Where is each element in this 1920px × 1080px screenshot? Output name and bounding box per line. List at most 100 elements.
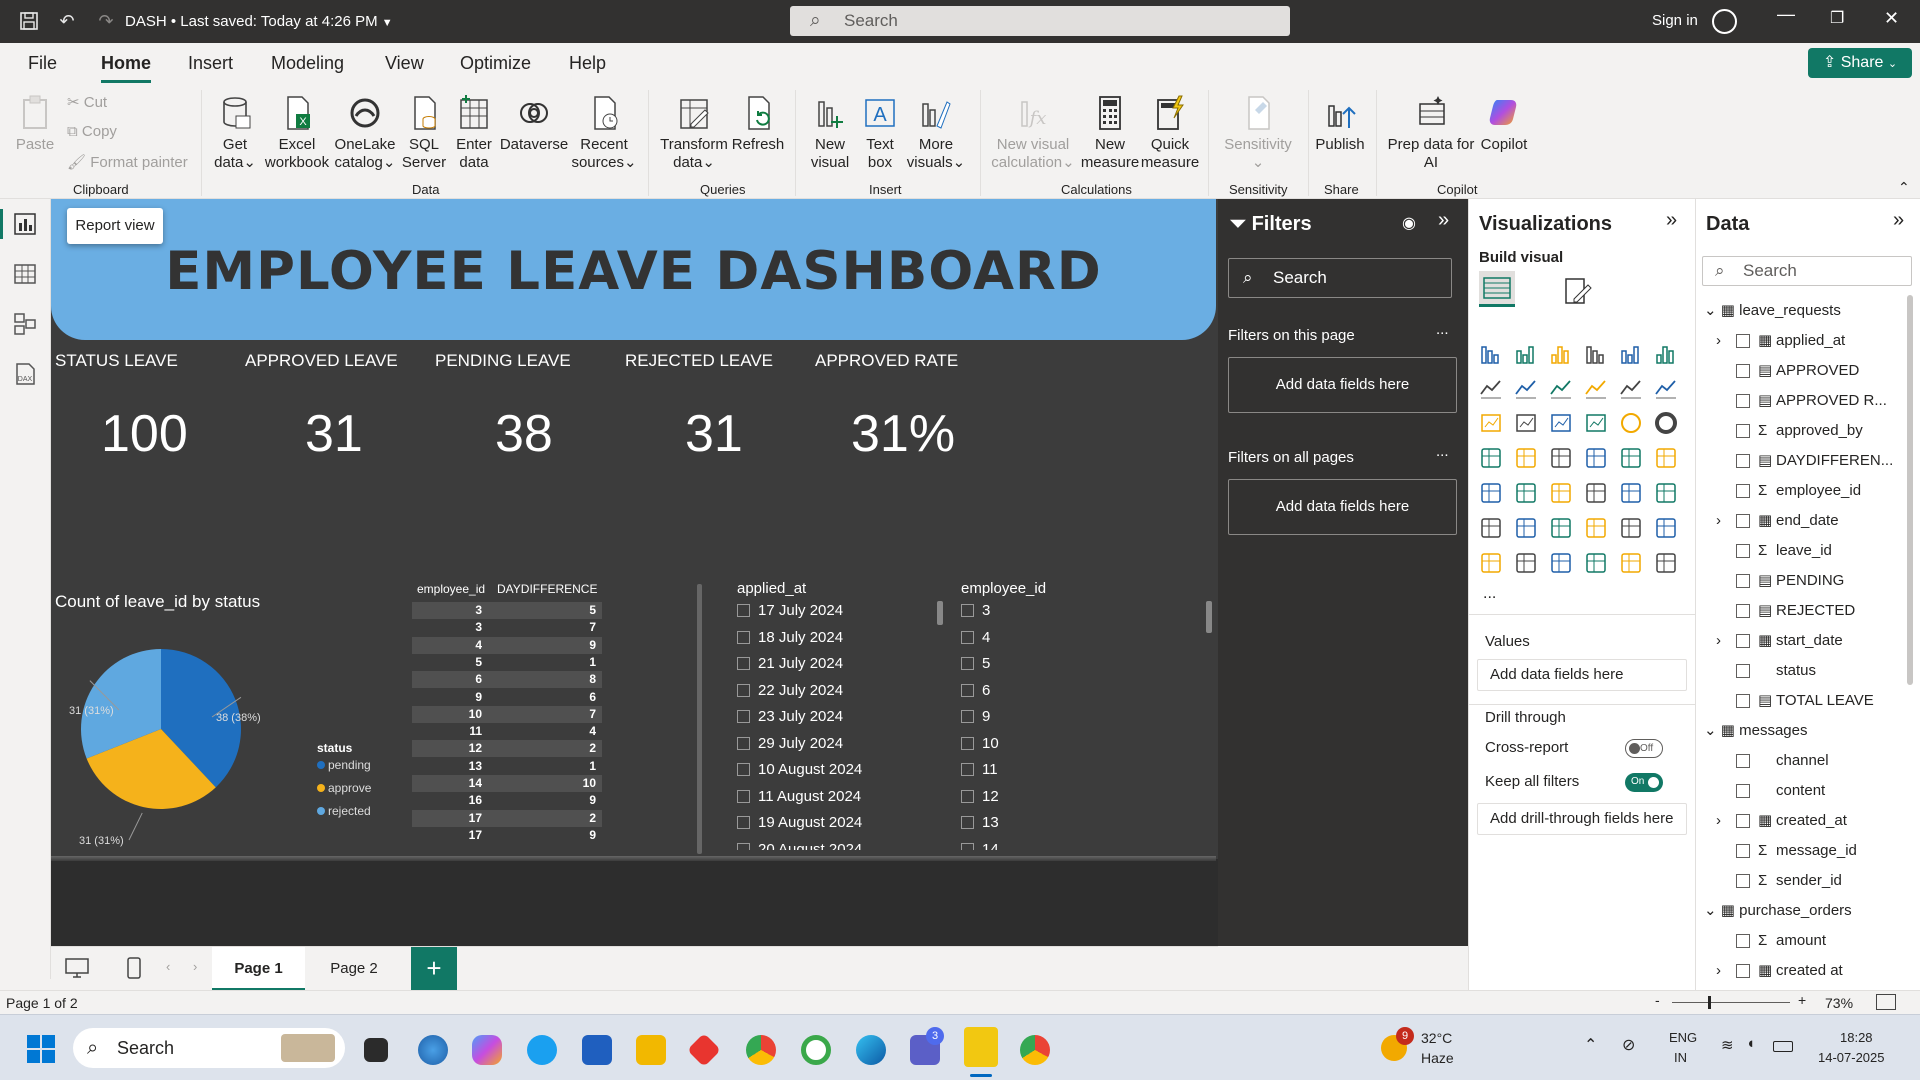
data-field-status[interactable]: status: [1716, 661, 1906, 681]
text-box-button[interactable]: A Text box: [855, 94, 905, 172]
collapse-ribbon-icon[interactable]: ⌃: [1898, 179, 1910, 196]
dataverse-button[interactable]: Dataverse: [499, 94, 569, 154]
waterfall-visual-icon[interactable]: [1514, 411, 1538, 435]
table-scrollbar[interactable]: [697, 584, 702, 854]
card-visual-icon[interactable]: [1654, 446, 1678, 470]
more-visuals-button[interactable]: More visuals⌄: [905, 94, 967, 172]
checkbox[interactable]: [1736, 574, 1750, 588]
redo-icon[interactable]: ↷: [95, 10, 117, 32]
checkbox[interactable]: [1736, 634, 1750, 648]
legend-marker-approved[interactable]: [317, 784, 325, 792]
tab-optimize[interactable]: Optimize: [460, 53, 531, 74]
table-row[interactable]: 14 10: [412, 775, 602, 792]
prep-data-for-ai-button[interactable]: Prep data for AI: [1386, 94, 1476, 172]
help-icon[interactable]: [527, 1035, 557, 1065]
stacked-area-visual-icon[interactable]: [1549, 376, 1573, 400]
kpi-pending-leave-value[interactable]: 38: [495, 404, 553, 464]
table-visual-icon[interactable]: [1584, 481, 1608, 505]
data-field-leave-id[interactable]: Σleave_id: [1716, 541, 1906, 561]
data-field-amount[interactable]: Σamount: [1716, 931, 1906, 951]
goals-visual-icon[interactable]: [1654, 516, 1678, 540]
checkbox[interactable]: [1736, 334, 1750, 348]
table-row[interactable]: 51: [412, 653, 602, 671]
mobile-layout-icon[interactable]: [126, 956, 142, 980]
excel-workbook-button[interactable]: X Excel workbook: [262, 94, 332, 172]
slicer-applied-at-item[interactable]: 22 July 2024: [737, 682, 843, 700]
100-column-visual-icon[interactable]: [1654, 341, 1678, 365]
tab-insert[interactable]: Insert: [188, 53, 233, 74]
maximize-icon[interactable]: ❐: [1830, 8, 1844, 28]
legend-label-rejected[interactable]: rejected: [328, 804, 371, 818]
checkbox[interactable]: [961, 630, 974, 644]
line-clustered-column-visual-icon[interactable]: [1654, 376, 1678, 400]
chevron-right-icon[interactable]: ›: [1716, 631, 1721, 651]
table-header-employee-id[interactable]: employee_id: [417, 582, 485, 596]
zoom-slider[interactable]: [1672, 1002, 1790, 1003]
qlik-icon[interactable]: [801, 1035, 831, 1065]
data-table-purchase_orders[interactable]: ⌄ ▦ purchase_orders: [1704, 901, 1852, 921]
checkbox[interactable]: [1736, 814, 1750, 828]
checkbox[interactable]: [1736, 784, 1750, 798]
treemap-visual-icon[interactable]: [1479, 446, 1503, 470]
format-painter-button[interactable]: 🖌 Format painter: [67, 153, 188, 171]
share-button[interactable]: ⇪ Share ⌄: [1808, 48, 1912, 78]
multi-row-card-visual-icon[interactable]: [1479, 481, 1503, 505]
filled-map-visual-icon[interactable]: [1549, 446, 1573, 470]
kpi-visual-icon[interactable]: [1514, 481, 1538, 505]
table-row[interactable]: 16 9: [412, 792, 602, 810]
checkbox[interactable]: [961, 604, 974, 617]
slicer-applied-at-item[interactable]: 19 August 2024: [737, 814, 862, 832]
kpi-status-leave-value[interactable]: 100: [101, 404, 188, 464]
power-automate-visual-icon[interactable]: [1549, 551, 1573, 575]
recent-sources-button[interactable]: Recent sources⌄: [569, 94, 639, 172]
new-visual-button[interactable]: New visual: [805, 94, 855, 172]
data-field-approved-r-[interactable]: ▤ APPROVED R...: [1716, 391, 1906, 411]
more-visuals-ellipsis[interactable]: ...: [1483, 585, 1496, 603]
checkbox[interactable]: [1736, 754, 1750, 768]
dax-query-view-icon[interactable]: DAX: [12, 361, 38, 387]
checkbox[interactable]: [1736, 364, 1750, 378]
checkbox[interactable]: [737, 710, 750, 723]
eye-icon[interactable]: ◉: [1402, 213, 1416, 233]
table-row[interactable]: 68: [412, 671, 602, 689]
onelake-catalog-button[interactable]: OneLake catalog⌄: [332, 94, 398, 172]
more-options-icon[interactable]: ...: [1436, 321, 1449, 338]
checkbox[interactable]: [1736, 544, 1750, 558]
refresh-button[interactable]: Refresh: [730, 94, 786, 154]
chevron-right-icon[interactable]: ›: [1716, 511, 1721, 531]
legend-marker-pending[interactable]: [317, 761, 325, 769]
sensitivity-button[interactable]: Sensitivity ⌄: [1218, 94, 1298, 172]
slicer-employee-id-item[interactable]: 12: [961, 788, 999, 806]
data-search-input[interactable]: ⌕ Search: [1702, 256, 1912, 286]
taskbar-search[interactable]: ⌕ Search: [73, 1028, 345, 1068]
checkbox[interactable]: [1736, 934, 1750, 948]
map-visual-icon[interactable]: [1514, 446, 1538, 470]
scatter-visual-icon[interactable]: [1584, 411, 1608, 435]
checkbox[interactable]: [1736, 394, 1750, 408]
checkbox[interactable]: [1736, 844, 1750, 858]
table-row[interactable]: 17 9: [412, 826, 602, 844]
undo-icon[interactable]: ↶: [56, 10, 78, 32]
tab-home[interactable]: Home: [101, 53, 152, 83]
slicer-applied-at-item[interactable]: 10 August 2024: [737, 761, 862, 779]
clustered-column-visual-icon[interactable]: [1584, 341, 1608, 365]
gauge-visual-icon[interactable]: [1619, 446, 1643, 470]
data-field-start-date[interactable]: › ▦ start_date: [1716, 631, 1906, 651]
pie-chart[interactable]: 38 (38%) 31 (31%) 31 (31%) status pending app…: [51, 619, 371, 849]
avatar-icon[interactable]: [1712, 9, 1737, 34]
get-data-button[interactable]: Get data⌄: [208, 94, 262, 172]
sql-server-button[interactable]: SQL Server: [399, 94, 449, 172]
diamond-visual-icon[interactable]: [1619, 551, 1643, 575]
table-row[interactable]: 37: [412, 619, 602, 637]
tab-modeling[interactable]: Modeling: [271, 53, 344, 74]
slicer-applied-at-item[interactable]: 18 July 2024: [737, 629, 843, 647]
python-visual-icon[interactable]: [1479, 516, 1503, 540]
filters-all-pages-dropzone[interactable]: Add data fields here: [1228, 479, 1457, 535]
copy-button[interactable]: ⧉ Copy: [67, 123, 117, 140]
checkbox[interactable]: [1736, 664, 1750, 678]
language-primary[interactable]: ENG: [1669, 1030, 1697, 1045]
zoom-slider-thumb[interactable]: [1708, 996, 1711, 1009]
line-visual-icon[interactable]: [1479, 376, 1503, 400]
chrome-icon[interactable]: [746, 1035, 776, 1065]
slicer-employee-scrollbar[interactable]: [1206, 601, 1212, 633]
